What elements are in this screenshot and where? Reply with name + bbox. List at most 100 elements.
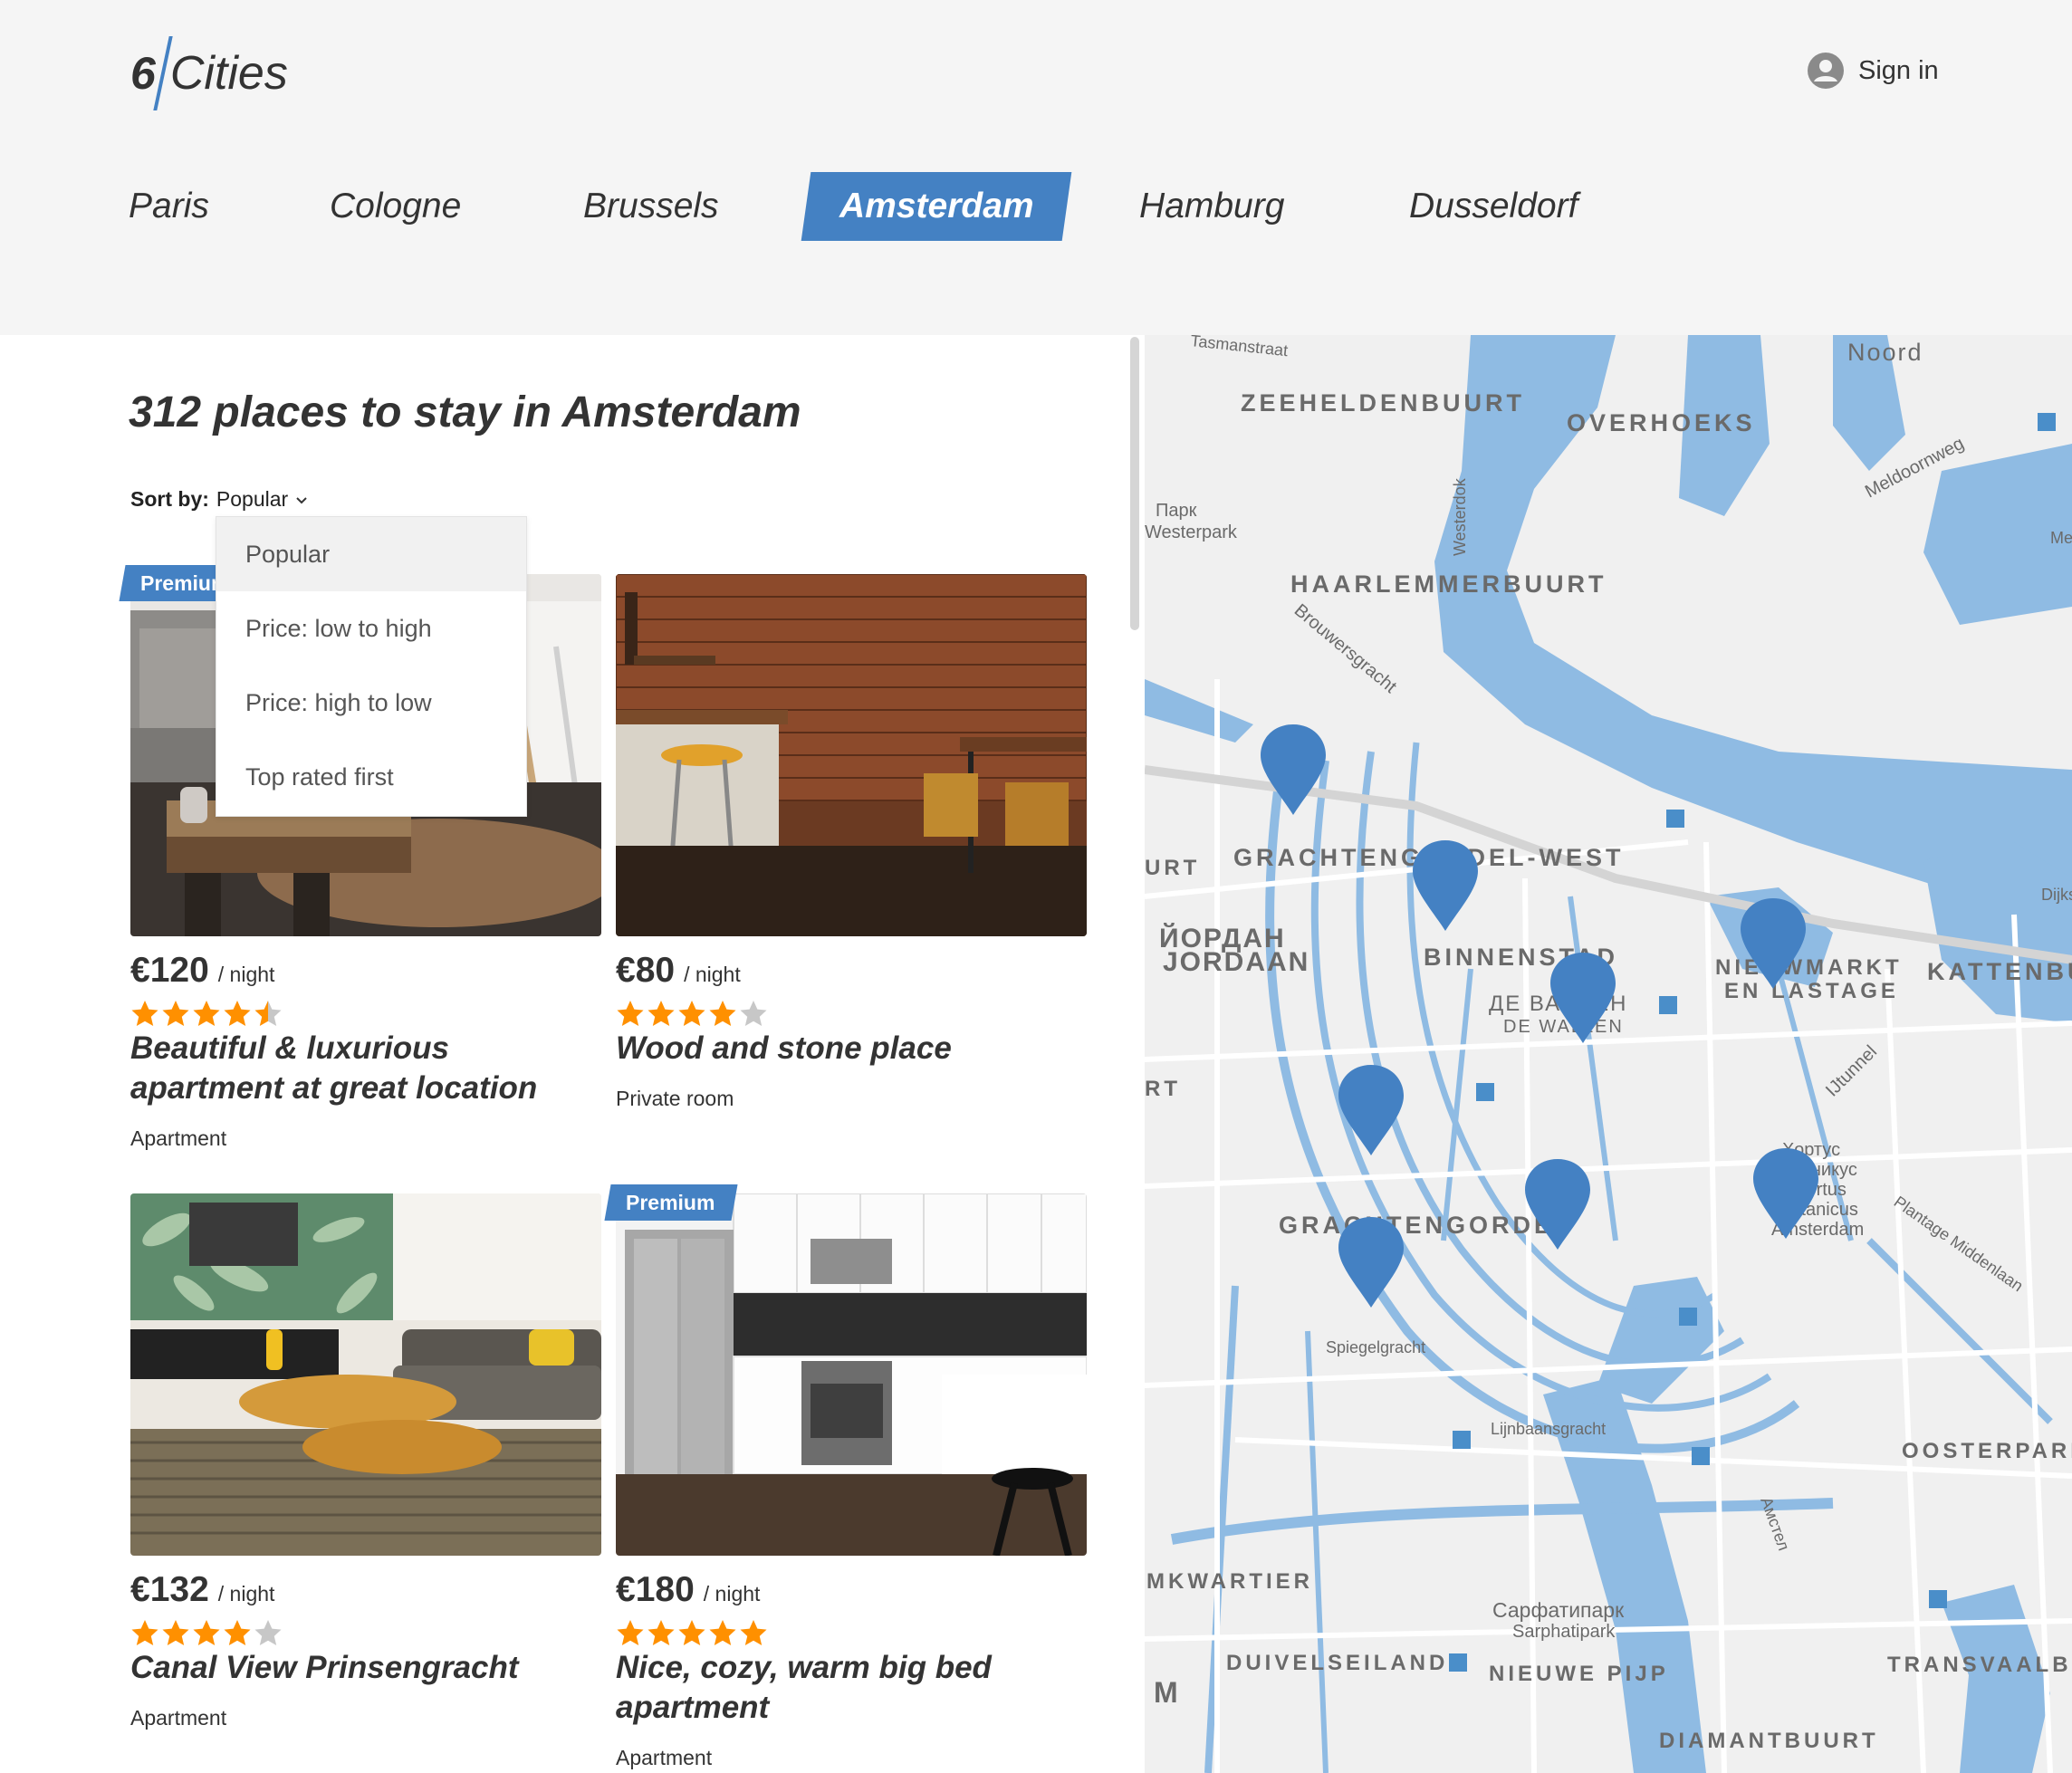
star-icon	[648, 1619, 675, 1646]
star-icon	[254, 1000, 282, 1027]
city-tabs: Paris Cologne Brussels Amsterdam Hamburg…	[0, 172, 2072, 241]
map-label: URT	[1145, 856, 1200, 880]
map-label: Lijnbaansgracht	[1491, 1420, 1606, 1438]
map-label: DIAMANTBUURT	[1659, 1729, 1879, 1753]
place-card: €80 / night Wood and stone place Private…	[616, 574, 1087, 1117]
premium-badge: Premium	[604, 1184, 738, 1221]
tab-amsterdam[interactable]: Amsterdam	[801, 172, 1072, 241]
map-label: DE WALLEN	[1503, 1017, 1624, 1037]
map-label: MKWARTIER	[1146, 1569, 1313, 1594]
scrollbar[interactable]	[1130, 337, 1139, 630]
map-label: NIEUWMARKT	[1715, 955, 1903, 980]
star-icon	[740, 1619, 767, 1646]
user-avatar-icon	[1808, 53, 1844, 89]
star-icon	[678, 1000, 705, 1027]
map-label: M	[1154, 1676, 1182, 1709]
place-card: €132 / night Canal View Prinsengracht Ap…	[130, 1193, 601, 1737]
canal-living-room-photo	[130, 1193, 601, 1556]
place-type: Apartment	[130, 1126, 227, 1150]
map-label: Парк	[1156, 501, 1197, 521]
place-image[interactable]	[616, 574, 1087, 936]
place-card: Premium €180 / night Nice, cozy, warm bi…	[604, 1184, 1087, 1773]
star-icon	[162, 1619, 189, 1646]
logo-text: Cities	[169, 47, 288, 100]
rating-stars	[616, 1619, 770, 1646]
sort-select[interactable]: Popular	[216, 487, 288, 512]
sign-in-link[interactable]: Sign in	[1808, 53, 1939, 89]
map-canvas[interactable]: ZEEHELDENBUURT OVERHOEKS HAARLEMMERBUURT…	[1145, 335, 2072, 1773]
sort-control: Sort by: Popular	[130, 487, 308, 512]
star-icon	[193, 1000, 220, 1027]
map-label: Westerpark	[1145, 522, 1238, 542]
star-icon	[648, 1000, 675, 1027]
map-label: KATTENBURG	[1927, 958, 2072, 985]
map-label: OVERHOEKS	[1567, 409, 1756, 436]
rating-stars	[130, 1619, 284, 1646]
place-type: Apartment	[616, 1746, 713, 1769]
sort-option-top-rated[interactable]: Top rated first	[216, 740, 526, 814]
sort-option-price-low-high[interactable]: Price: low to high	[216, 591, 526, 666]
place-title[interactable]: Nice, cozy, warm big bed apartment	[616, 1648, 1087, 1728]
star-icon	[740, 1000, 767, 1027]
place-title[interactable]: Wood and stone place	[616, 1029, 1087, 1069]
price-row: €180 / night	[616, 1570, 760, 1610]
sort-dropdown: Popular Price: low to high Price: high t…	[216, 516, 527, 817]
star-icon	[193, 1619, 220, 1646]
map-label: Sarphatipark	[1512, 1622, 1616, 1642]
star-icon	[709, 1619, 736, 1646]
place-image[interactable]	[130, 1193, 601, 1556]
map-label: TRANSVAALBUURT	[1887, 1653, 2072, 1677]
map-label: Mee	[2050, 529, 2072, 547]
price: €132	[130, 1570, 209, 1609]
price-row: €80 / night	[616, 951, 741, 991]
price-period: / night	[217, 1582, 275, 1605]
place-type: Apartment	[130, 1706, 227, 1730]
star-icon	[254, 1619, 282, 1646]
sort-option-popular[interactable]: Popular	[216, 517, 526, 591]
tab-brussels[interactable]: Brussels	[583, 172, 719, 241]
map-label: Spiegelgracht	[1326, 1338, 1425, 1356]
tab-dusseldorf[interactable]: Dusseldorf	[1409, 172, 1578, 241]
sort-label: Sort by:	[130, 487, 209, 511]
city-map[interactable]: ZEEHELDENBUURT OVERHOEKS HAARLEMMERBUURT…	[1145, 335, 2072, 1773]
price: €180	[616, 1570, 695, 1609]
place-title[interactable]: Beautiful & luxurious apartment at great…	[130, 1029, 601, 1108]
sort-option-price-high-low[interactable]: Price: high to low	[216, 666, 526, 740]
header: 6 Cities Sign in Paris Cologne Brussels …	[0, 0, 2072, 335]
price-period: / night	[217, 963, 275, 986]
kitchen-photo	[616, 1193, 1087, 1556]
star-icon	[617, 1619, 644, 1646]
places-count-title: 312 places to stay in Amsterdam	[129, 388, 801, 436]
star-icon	[131, 1619, 158, 1646]
map-label: HAARLEMMERBUURT	[1290, 570, 1607, 598]
map-label: GRACHTENGORDEL	[1279, 1212, 1573, 1239]
star-icon	[678, 1619, 705, 1646]
price-row: €132 / night	[130, 1570, 274, 1610]
price-period: / night	[684, 963, 741, 986]
place-image[interactable]	[616, 1193, 1087, 1556]
map-label: Dijks	[2041, 886, 2072, 904]
chevron-down-icon[interactable]	[295, 495, 308, 504]
star-icon	[224, 1619, 251, 1646]
map-label: Noord	[1847, 339, 1923, 366]
map-label: Сарфатипарк	[1492, 1598, 1625, 1622]
brick-cafe-photo	[616, 574, 1087, 936]
rating-stars	[616, 1000, 770, 1027]
tab-cologne[interactable]: Cologne	[330, 172, 461, 241]
logo-number: 6	[130, 48, 156, 99]
price-period: / night	[703, 1582, 761, 1605]
map-label: RT	[1145, 1077, 1181, 1101]
star-icon	[617, 1000, 644, 1027]
place-title[interactable]: Canal View Prinsengracht	[130, 1648, 601, 1688]
map-label: JORDAAN	[1163, 947, 1309, 977]
sign-in-label: Sign in	[1858, 55, 1939, 85]
star-icon	[224, 1000, 251, 1027]
tab-hamburg[interactable]: Hamburg	[1139, 172, 1284, 241]
star-icon	[162, 1000, 189, 1027]
logo[interactable]: 6 Cities	[130, 34, 288, 112]
star-icon	[709, 1000, 736, 1027]
map-label: EN LASTAGE	[1724, 979, 1899, 1003]
price-row: €120 / night	[130, 951, 274, 991]
star-icon	[131, 1000, 158, 1027]
tab-paris[interactable]: Paris	[129, 172, 209, 241]
